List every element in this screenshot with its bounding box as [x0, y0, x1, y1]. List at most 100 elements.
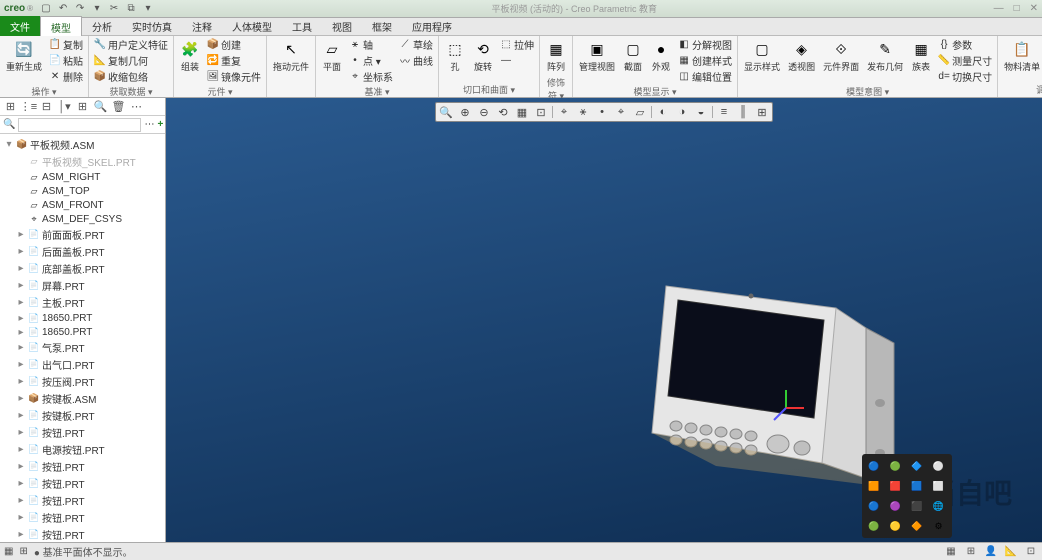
close-button[interactable]: ✕	[1030, 3, 1038, 14]
expand-icon[interactable]: ▸	[16, 297, 26, 308]
tree-tool-2[interactable]: ⊟	[39, 99, 54, 114]
tree-node[interactable]: ▱ASM_RIGHT	[2, 170, 163, 184]
ribbon-small-button[interactable]: 🔁重复	[205, 53, 263, 68]
tray-icon[interactable]: ⬛	[909, 498, 925, 514]
tree-node[interactable]: ▸📄前面面板.PRT	[2, 226, 163, 243]
tree-node[interactable]: ▸📄屏幕.PRT	[2, 277, 163, 294]
expand-icon[interactable]: ▸	[16, 359, 26, 370]
tree-node[interactable]: ▸📄底部盖板.PRT	[2, 260, 163, 277]
qat-button-0[interactable]: ▢	[39, 2, 53, 16]
tree-node[interactable]: ▸📄按钮.PRT	[2, 509, 163, 526]
tree-tool-0[interactable]: ⊞	[3, 99, 18, 114]
ribbon-button[interactable]: ✎发布几何	[864, 37, 906, 75]
ribbon-tab[interactable]: 注释	[182, 16, 222, 38]
ribbon-small-button[interactable]: 🔧用户定义特征	[92, 37, 170, 52]
view-tool[interactable]: ⟲	[494, 104, 512, 120]
expand-icon[interactable]: ▸	[16, 529, 26, 540]
tree-node[interactable]: ▱ASM_TOP	[2, 184, 163, 198]
tree-node[interactable]: ▸📄按钮.PRT	[2, 424, 163, 441]
ribbon-small-button[interactable]: 🖼镜像元件	[205, 69, 263, 84]
view-tool[interactable]: ⊡	[532, 104, 550, 120]
ribbon-small-button[interactable]: ⟋草绘	[397, 37, 435, 52]
ribbon-small-button[interactable]: 📐复制几何	[92, 53, 170, 68]
file-tab[interactable]: 文件	[0, 16, 40, 37]
qat-button-1[interactable]: ↶	[56, 2, 70, 16]
ribbon-button[interactable]: ▣管理视图	[576, 37, 618, 75]
view-tool[interactable]: ⊖	[475, 104, 493, 120]
view-tool[interactable]: ⌖	[555, 104, 573, 120]
expand-icon[interactable]: ▸	[16, 342, 26, 353]
tray-icon[interactable]: 🟢	[888, 458, 904, 474]
tree-tool-4[interactable]: ⊞	[75, 99, 90, 114]
tree-node[interactable]: ▸📄按钮.PRT	[2, 492, 163, 509]
tray-icon[interactable]: 🔵	[866, 458, 882, 474]
ribbon-small-button[interactable]: 📄粘贴	[47, 53, 85, 68]
ribbon-button[interactable]: ▢截面	[620, 37, 646, 75]
tray-icon[interactable]: 🔷	[909, 458, 925, 474]
ribbon-small-button[interactable]: {}参数	[936, 37, 994, 52]
ribbon-button[interactable]: ⟐元件界面	[820, 37, 862, 75]
status-button[interactable]: 📐	[1004, 545, 1018, 559]
status-button[interactable]: ▦	[944, 545, 958, 559]
model-tree[interactable]: ▾📦平板视频.ASM▱平板视频_SKEL.PRT▱ASM_RIGHT▱ASM_T…	[0, 134, 165, 542]
ribbon-small-button[interactable]: ◫编辑位置	[676, 69, 734, 84]
ribbon-small-button[interactable]: ⬚拉伸	[498, 37, 536, 52]
ribbon-small-button[interactable]: 📦创建	[205, 37, 263, 52]
ribbon-small-button[interactable]: d=切换尺寸	[936, 69, 994, 84]
expand-icon[interactable]: ▸	[16, 280, 26, 291]
ribbon-small-button[interactable]: 📏测量尺寸	[936, 53, 994, 68]
add-button[interactable]: +	[157, 119, 163, 130]
view-tool[interactable]: ⊞	[753, 104, 771, 120]
tree-tool-6[interactable]: 🗑	[111, 99, 126, 114]
ribbon-button[interactable]: ▦族表	[908, 37, 934, 75]
qat-button-4[interactable]: ✂	[107, 2, 121, 16]
ribbon-small-button[interactable]: 〰曲线	[397, 53, 435, 68]
expand-icon[interactable]: ▸	[16, 229, 26, 240]
tray-icon[interactable]: ⚪	[931, 458, 947, 474]
tray-icon[interactable]: 🔵	[866, 498, 882, 514]
filter-icon[interactable]: 🔍	[3, 119, 15, 130]
tree-node[interactable]: ▸📄按钮.PRT	[2, 526, 163, 542]
ribbon-button[interactable]: ⬚孔	[442, 37, 468, 75]
qat-button-2[interactable]: ↷	[73, 2, 87, 16]
tray-icon[interactable]: 🟥	[888, 478, 904, 494]
tree-node[interactable]: ▸📄主板.PRT	[2, 294, 163, 311]
tree-node[interactable]: ▸📄按钮.PRT	[2, 458, 163, 475]
ribbon-small-button[interactable]: ⌖坐标系	[347, 69, 395, 84]
tree-node[interactable]: ▸📄按钮.PRT	[2, 475, 163, 492]
view-tool[interactable]: ⚹	[574, 104, 592, 120]
tree-tool-7[interactable]: ⋯	[129, 99, 144, 114]
view-tool[interactable]: •	[593, 104, 611, 120]
ribbon-small-button[interactable]: ▦创建样式	[676, 53, 734, 68]
tree-node[interactable]: ▸📄18650.PRT	[2, 325, 163, 339]
filter-input[interactable]	[18, 118, 141, 132]
tree-node[interactable]: ▸📄气泵.PRT	[2, 339, 163, 356]
expand-icon[interactable]: ▸	[16, 478, 26, 489]
expand-icon[interactable]: ▸	[16, 461, 26, 472]
ribbon-button[interactable]: ↖拖动元件	[270, 37, 312, 75]
expand-icon[interactable]: ▸	[16, 246, 26, 257]
qat-button-6[interactable]: ▾	[141, 2, 155, 16]
ribbon-button[interactable]: ▦阵列	[543, 37, 569, 75]
ribbon-tab[interactable]: 人体模型	[222, 16, 282, 38]
expand-icon[interactable]: ▸	[16, 495, 26, 506]
tree-node[interactable]: ▸📄18650.PRT	[2, 311, 163, 325]
ribbon-button[interactable]: 🧩组装	[177, 37, 203, 75]
ribbon-button[interactable]: ●外观	[648, 37, 674, 75]
ribbon-small-button[interactable]: —	[498, 53, 536, 68]
tree-tool-3[interactable]: │▾	[57, 99, 72, 114]
ribbon-button[interactable]: 🔄重新生成	[3, 37, 45, 75]
ribbon-button[interactable]: ▱平面	[319, 37, 345, 75]
expand-icon[interactable]: ▾	[4, 139, 14, 150]
tree-node[interactable]: ▸📄出气口.PRT	[2, 356, 163, 373]
view-tool[interactable]: ⌖	[612, 104, 630, 120]
expand-icon[interactable]: ▸	[16, 376, 26, 387]
tray-icon[interactable]: 🌐	[931, 498, 947, 514]
tray-icon[interactable]: 🟧	[866, 478, 882, 494]
status-icon-2[interactable]: ⊞	[19, 546, 27, 557]
ribbon-button[interactable]: 📋物料清单	[1001, 37, 1042, 75]
tray-icon[interactable]: 🟣	[888, 498, 904, 514]
tree-node[interactable]: ▸📄后面盖板.PRT	[2, 243, 163, 260]
qat-button-5[interactable]: ⧉	[124, 2, 138, 16]
tray-icon[interactable]: 🟡	[888, 518, 904, 534]
